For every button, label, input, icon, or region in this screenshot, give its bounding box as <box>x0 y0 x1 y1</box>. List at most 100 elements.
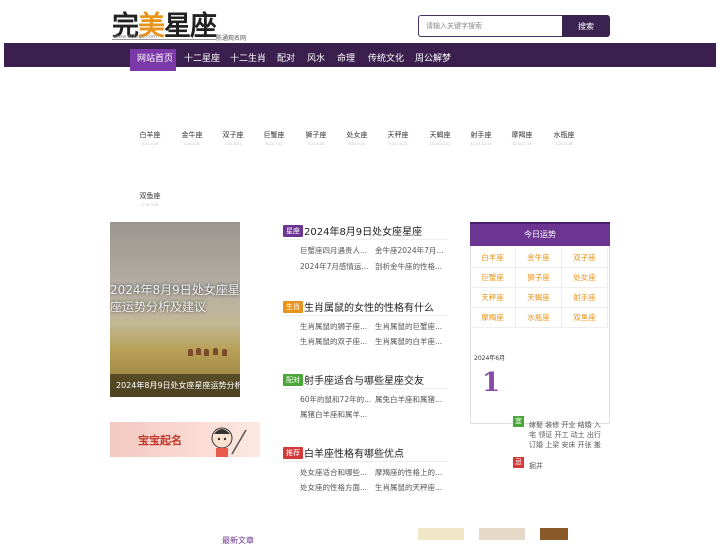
nav-item-fengshui[interactable]: 风水 <box>307 49 325 69</box>
zodiac-date: 12.22-1.19 <box>512 142 532 146</box>
zodiac-name: 白羊座 <box>139 131 161 139</box>
banner-camel <box>188 349 193 356</box>
nav-item-home[interactable]: 网站首页 <box>137 49 173 69</box>
article-sub-link[interactable]: 生肖属鼠的巨蟹座... <box>375 321 447 332</box>
zodiac-item-cancer[interactable]: 巨蟹座 6.22-7.22 <box>252 130 296 146</box>
article-divider <box>283 239 448 240</box>
fortune-link-capricorn[interactable]: 摩羯座 <box>470 308 516 328</box>
fortune-link-taurus[interactable]: 金牛座 <box>516 248 562 268</box>
article-sub-link[interactable]: 属兔白羊座和属猪... <box>375 394 447 405</box>
article-sub-link[interactable]: 属猪白羊座和属羊... <box>300 409 372 420</box>
zodiac-date: 3.21-4.19 <box>141 142 159 146</box>
article-divider <box>283 388 448 389</box>
zodiac-name: 天蝎座 <box>429 131 451 139</box>
baby-naming-ad[interactable]: 宝宝起名 <box>110 422 260 457</box>
calendar-month: 2024年6月 <box>474 355 506 362</box>
featured-banner[interactable]: 2024年8月9日处女座星座运势分析及建议 2024年8月9日处女座星座运势分析… <box>110 222 240 397</box>
zodiac-item-libra[interactable]: 天秤座 9.23-10.23 <box>376 130 420 146</box>
banner-camel <box>204 349 209 356</box>
fortune-link-cancer[interactable]: 巨蟹座 <box>470 268 516 288</box>
zodiac-item-aries[interactable]: 白羊座 3.21-4.19 <box>128 130 172 146</box>
nav-item-match[interactable]: 配对 <box>277 49 295 69</box>
zodiac-item-leo[interactable]: 狮子座 7.23-8.22 <box>294 130 338 146</box>
article-title[interactable]: 生肖属鼠的女性的性格有什么 <box>304 299 434 314</box>
fortune-link-pisces[interactable]: 双鱼座 <box>562 308 608 328</box>
fortune-link-aquarius[interactable]: 水瓶座 <box>516 308 562 328</box>
banner-camel <box>222 349 227 356</box>
nav-item-shengxiao[interactable]: 十二生肖 <box>230 49 266 69</box>
zodiac-name: 金牛座 <box>181 131 203 139</box>
fortune-link-virgo[interactable]: 处女座 <box>562 268 608 288</box>
search-button[interactable]: 搜索 <box>562 15 610 37</box>
article-sub-link[interactable]: 生肖属鼠的天秤座... <box>375 482 447 493</box>
fortune-link-aries[interactable]: 白羊座 <box>470 248 516 268</box>
article-sub-link[interactable]: 60年的鼠和72年的... <box>300 394 372 405</box>
banner-camel <box>213 348 218 355</box>
article-sub-link[interactable]: 生肖属鼠的狮子座... <box>300 321 372 332</box>
banner-camel <box>196 348 201 355</box>
latest-articles-title: 最新文章 <box>222 536 254 545</box>
zodiac-date: 8.23-9.22 <box>348 142 366 146</box>
article-sub-link[interactable]: 剖析金牛座的性格... <box>375 261 447 272</box>
latest-thumb[interactable] <box>479 528 525 540</box>
nav-item-culture[interactable]: 传统文化 <box>368 49 404 69</box>
article-sub-link[interactable]: 巨蟹座四月遇贵人... <box>300 245 372 256</box>
article-sub-link[interactable]: 处女座适合和哪些... <box>300 467 372 478</box>
logo-domain: www.dubuju.com <box>114 34 157 40</box>
yi-activities: 嫁娶 装修 开业 结婚 入宅 领证 开工 动土 出行 订婚 上梁 安床 开张 搬… <box>529 421 601 449</box>
baby-mascot-icon <box>211 427 247 457</box>
logo-char: 星座 <box>164 11 217 42</box>
article-sub-link[interactable]: 生肖属鼠的白羊座... <box>375 336 447 347</box>
zodiac-name: 水瓶座 <box>553 131 575 139</box>
nav-item-dream[interactable]: 周公解梦 <box>415 49 451 69</box>
zodiac-name: 摩羯座 <box>511 131 533 139</box>
yi-badge: 宜 <box>513 416 524 427</box>
article-sub-link[interactable]: 金牛座2024年7月... <box>375 245 447 256</box>
article-sub-link[interactable]: 2024年7月感情运... <box>300 261 372 272</box>
zodiac-item-virgo[interactable]: 处女座 8.23-9.22 <box>335 130 379 146</box>
zodiac-name: 巨蟹座 <box>263 131 285 139</box>
zodiac-date: 1.20-2.18 <box>555 142 573 146</box>
article-title[interactable]: 射手座适合与哪些星座交友 <box>304 372 424 387</box>
banner-headline: 2024年8月9日处女座星座运势分析及建议 <box>110 283 240 314</box>
zodiac-item-sagittarius[interactable]: 射手座 11.23-12.21 <box>459 130 503 146</box>
fortune-title: 今日运势 <box>470 222 610 246</box>
nav-item-zodiac[interactable]: 十二星座 <box>184 49 220 69</box>
latest-thumb[interactable] <box>540 528 568 540</box>
zodiac-item-gemini[interactable]: 双子座 5.21-6.21 <box>211 130 255 146</box>
zodiac-name: 天秤座 <box>387 131 409 139</box>
fortune-link-sagittarius[interactable]: 射手座 <box>562 288 608 308</box>
article-tag: 配对 <box>283 374 303 386</box>
fortune-link-gemini[interactable]: 双子座 <box>562 248 608 268</box>
zodiac-date: 9.23-10.23 <box>388 142 408 146</box>
zodiac-date: 7.23-8.22 <box>307 142 325 146</box>
fortune-link-scorpio[interactable]: 天蝎座 <box>516 288 562 308</box>
zodiac-date: 6.22-7.22 <box>265 142 283 146</box>
calendar-day: 1 <box>482 368 501 398</box>
article-title[interactable]: 2024年8月9日处女座星座 <box>304 223 422 238</box>
article-divider <box>283 461 448 462</box>
article-sub-link[interactable]: 生肖属鼠的双子座... <box>300 336 372 347</box>
zodiac-name: 双鱼座 <box>139 192 161 200</box>
article-divider <box>283 315 448 316</box>
latest-thumb[interactable] <box>418 528 464 540</box>
banner-caption[interactable]: 2024年8月9日处女座星座运势分析及建议 <box>110 374 240 397</box>
search-input[interactable] <box>418 15 562 37</box>
ad-text: 宝宝起名 <box>138 434 182 447</box>
article-title[interactable]: 白羊座性格有哪些优点 <box>304 445 404 460</box>
article-sub-link[interactable]: 摩羯座的性格上的... <box>375 467 447 478</box>
article-sub-link[interactable]: 处女座的性格方面... <box>300 482 372 493</box>
article-tag: 推荐 <box>283 447 303 459</box>
zodiac-item-capricorn[interactable]: 摩羯座 12.22-1.19 <box>500 130 544 146</box>
zodiac-item-taurus[interactable]: 金牛座 4.20-5.20 <box>170 130 214 146</box>
nav-item-mingli[interactable]: 命理 <box>337 49 355 69</box>
zodiac-name: 射手座 <box>470 131 492 139</box>
zodiac-item-scorpio[interactable]: 天蝎座 10.24-11.22 <box>418 130 462 146</box>
zodiac-date: 10.24-11.22 <box>429 142 451 146</box>
fortune-link-leo[interactable]: 狮子座 <box>516 268 562 288</box>
article-tag: 生肖 <box>283 301 303 313</box>
zodiac-item-pisces[interactable]: 双鱼座 2.19-3.20 <box>128 191 172 207</box>
zodiac-item-aquarius[interactable]: 水瓶座 1.20-2.18 <box>542 130 586 146</box>
fortune-link-libra[interactable]: 天秤座 <box>470 288 516 308</box>
zodiac-date: 11.23-12.21 <box>470 142 492 146</box>
